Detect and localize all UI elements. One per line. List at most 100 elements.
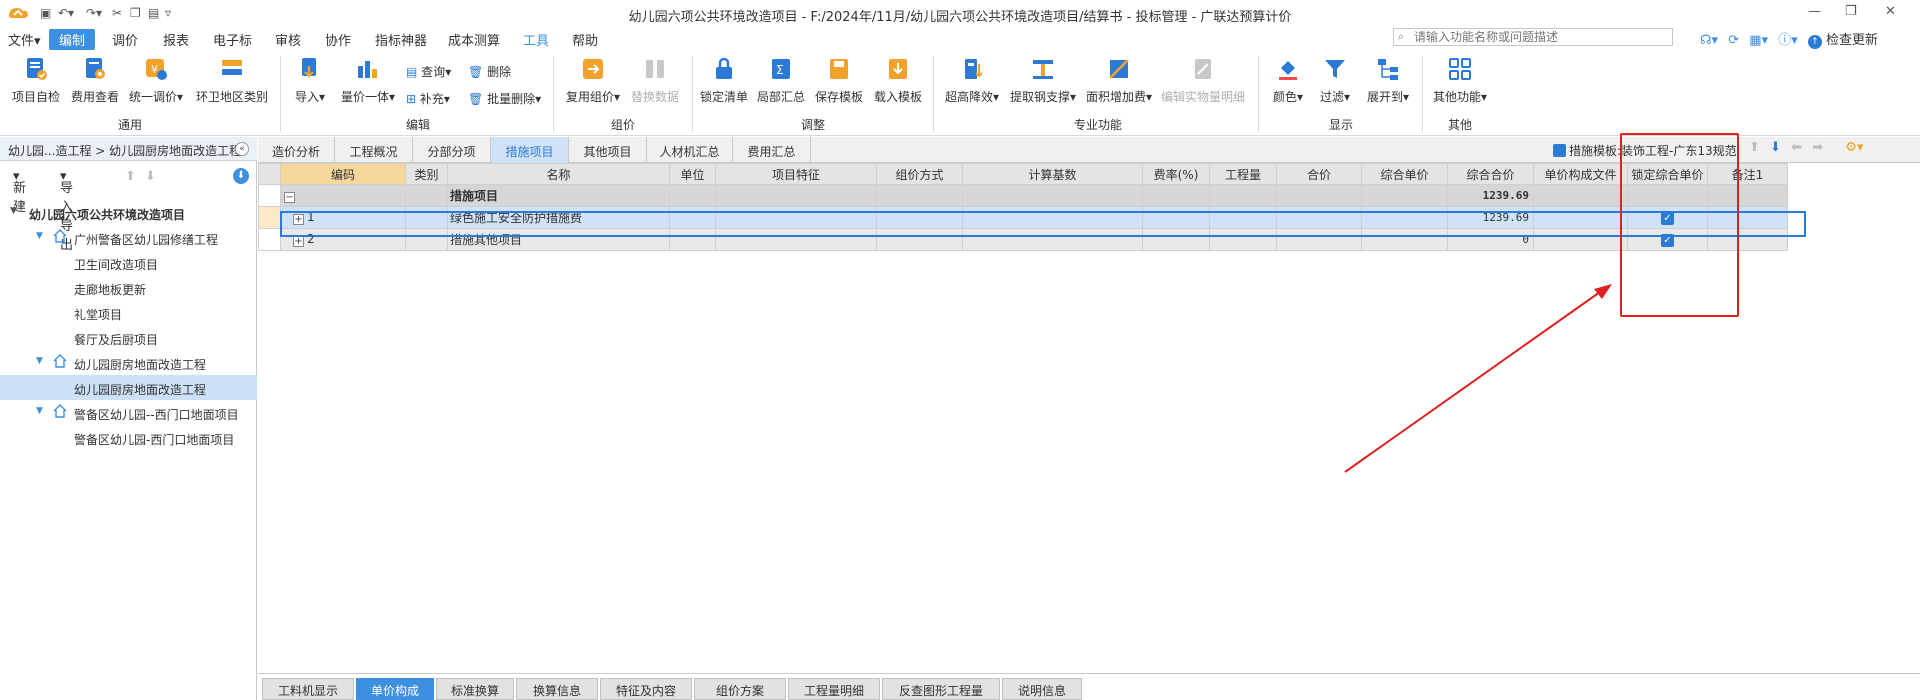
super-high-efficiency-button[interactable]: 超高降效▾	[942, 56, 1002, 105]
expand-arrow-icon[interactable]: ▼	[36, 231, 43, 241]
tab-standard-conversion[interactable]: 标准换算	[436, 678, 514, 700]
right-arrow-icon[interactable]: ➡	[1812, 140, 1823, 155]
menu-e-bid[interactable]: 电子标	[213, 30, 252, 49]
tab-cost-analysis[interactable]: 造价分析	[258, 137, 335, 163]
name-cell[interactable]: 措施其他项目	[447, 228, 670, 251]
unit-cell[interactable]	[669, 228, 716, 251]
menu-collaborate[interactable]: 协作	[325, 30, 351, 49]
tree-item-project[interactable]: 警备区幼儿园-西门口地面项目	[0, 425, 257, 450]
feature-cell[interactable]	[715, 206, 877, 229]
left-arrow-icon[interactable]: ⬅	[1791, 140, 1802, 155]
menu-adjust-price[interactable]: 调价	[112, 30, 138, 49]
tab-material-display[interactable]: 工料机显示	[262, 678, 354, 700]
category-cell[interactable]	[405, 184, 448, 207]
price-file-cell[interactable]	[1533, 184, 1628, 207]
replace-data-button[interactable]: 替换数据	[628, 56, 682, 105]
base-cell[interactable]	[962, 184, 1143, 207]
code-cell[interactable]: +2	[280, 228, 406, 251]
total-price-cell[interactable]	[1276, 184, 1362, 207]
tree-item-project-selected[interactable]: 幼儿园厨房地面改造工程	[0, 375, 257, 400]
query-button[interactable]: ▤ 查询▾	[406, 63, 451, 80]
name-cell[interactable]: 措施项目	[447, 184, 670, 207]
column-header[interactable]: 计算基数	[962, 163, 1143, 185]
pricing-method-cell[interactable]	[876, 228, 963, 251]
column-header[interactable]: 类别	[405, 163, 448, 185]
area-surcharge-button[interactable]: 面积增加费▾	[1084, 56, 1154, 105]
minimize-icon[interactable]: —	[1808, 4, 1821, 19]
price-file-cell[interactable]	[1533, 228, 1628, 251]
check-update-button[interactable]: ↑ 检查更新	[1807, 33, 1878, 49]
load-template-button[interactable]: 载入模板	[871, 56, 925, 105]
unified-price-adjust-button[interactable]: ¥ 统一调价▾	[128, 56, 184, 105]
tab-cost-summary[interactable]: 费用汇总	[733, 137, 811, 163]
combined-total-cell[interactable]: 0	[1447, 228, 1534, 251]
tab-quantity-details[interactable]: 工程量明细	[788, 678, 880, 700]
supplement-button[interactable]: ⊞ 补充▾	[406, 90, 450, 107]
filter-button[interactable]: 过滤▾	[1314, 56, 1356, 105]
unit-price-cell[interactable]	[1361, 184, 1448, 207]
close-icon[interactable]: ✕	[1885, 4, 1896, 19]
expand-arrow-icon[interactable]: ▼	[36, 406, 43, 416]
table-row[interactable]: +1 绿色施工安全防护措施费 1239.69 ✓	[258, 206, 1788, 229]
combined-total-cell[interactable]: 1239.69	[1447, 206, 1534, 229]
column-header[interactable]: 合价	[1276, 163, 1362, 185]
function-search-input[interactable]	[1414, 30, 1669, 44]
import-export-button[interactable]: 导入导出 ▾	[60, 169, 73, 253]
base-cell[interactable]	[962, 228, 1143, 251]
tab-sub-items[interactable]: 分部分项	[413, 137, 491, 163]
refresh-icon[interactable]: ⟳	[1728, 33, 1739, 48]
pricing-method-cell[interactable]	[876, 206, 963, 229]
other-functions-button[interactable]: 其他功能▾	[1430, 56, 1490, 105]
price-file-cell[interactable]	[1533, 206, 1628, 229]
quantity-price-button[interactable]: 量价一体▾	[338, 56, 398, 105]
menu-tools[interactable]: 工具	[523, 30, 549, 49]
headset-icon[interactable]: ☊▾	[1700, 33, 1718, 48]
menu-help[interactable]: 帮助	[572, 30, 598, 49]
menu-edit[interactable]: 编制	[49, 29, 96, 50]
menu-report[interactable]: 报表	[163, 30, 189, 49]
rate-cell[interactable]	[1142, 184, 1210, 207]
sanitation-area-button[interactable]: 环卫地区类别	[194, 56, 270, 105]
column-header[interactable]: 综合单价	[1361, 163, 1448, 185]
unit-cell[interactable]	[669, 206, 716, 229]
tree-item-project[interactable]: 走廊地板更新	[0, 275, 257, 300]
name-cell[interactable]: 绿色施工安全防护措施费	[447, 206, 670, 229]
color-button[interactable]: 颜色▾	[1267, 56, 1309, 105]
expand-arrow-icon[interactable]: ▼	[36, 356, 43, 366]
partial-summary-button[interactable]: Σ 局部汇总	[755, 56, 807, 105]
category-cell[interactable]	[405, 206, 448, 229]
column-header[interactable]: 编码	[280, 163, 406, 185]
column-settings-icon[interactable]: ⚙▾	[1845, 140, 1863, 155]
tab-measures[interactable]: 措施项目	[491, 137, 569, 163]
new-button[interactable]: 新建 ▾	[13, 169, 26, 215]
tab-labor-material-summary[interactable]: 人材机汇总	[647, 137, 733, 163]
total-price-cell[interactable]	[1276, 228, 1362, 251]
tab-project-overview[interactable]: 工程概况	[335, 137, 413, 163]
total-price-cell[interactable]	[1276, 206, 1362, 229]
tab-features-content[interactable]: 特征及内容	[600, 678, 692, 700]
expand-arrow-icon[interactable]: ▼	[10, 206, 17, 216]
feature-cell[interactable]	[715, 228, 877, 251]
feature-cell[interactable]	[715, 184, 877, 207]
column-header[interactable]: 组价方式	[876, 163, 963, 185]
function-search-box[interactable]: ⌕	[1393, 28, 1673, 46]
code-cell[interactable]: +1	[280, 206, 406, 229]
tree-item-project[interactable]: 礼堂项目	[0, 300, 257, 325]
column-header[interactable]: 单价构成文件	[1533, 163, 1628, 185]
tab-reverse-graphic-quantity[interactable]: 反查图形工程量	[882, 678, 1000, 700]
category-cell[interactable]	[405, 228, 448, 251]
reuse-pricing-button[interactable]: 复用组价▾	[563, 56, 623, 105]
column-header[interactable]: 综合合价	[1447, 163, 1534, 185]
edit-physical-quantity-button[interactable]: 编辑实物量明细	[1158, 56, 1248, 105]
column-header[interactable]: 工程量	[1209, 163, 1277, 185]
extract-steel-support-button[interactable]: 提取钢支撑▾	[1008, 56, 1078, 105]
column-header[interactable]: 名称	[447, 163, 670, 185]
unit-price-cell[interactable]	[1361, 228, 1448, 251]
help-circle-icon[interactable]: ⓘ▾	[1778, 33, 1798, 48]
expand-down-icon[interactable]: ⬇	[233, 168, 249, 184]
base-cell[interactable]	[962, 206, 1143, 229]
delete-button[interactable]: 🗑 删除	[468, 63, 511, 80]
code-cell[interactable]: −	[280, 184, 406, 207]
column-header[interactable]: 单位	[669, 163, 716, 185]
pricing-method-cell[interactable]	[876, 184, 963, 207]
